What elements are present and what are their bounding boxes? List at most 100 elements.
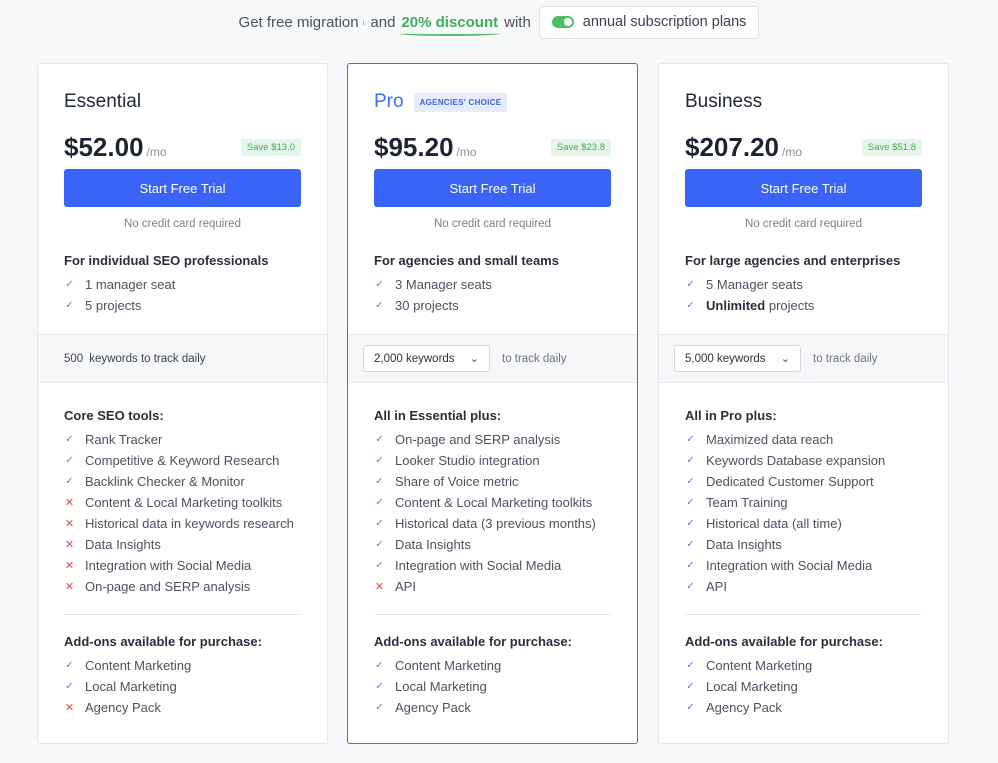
- feature-list: ✓ On-page and SERP analysis ✓ Looker Studio…: [374, 429, 596, 597]
- list-item: ✓ Data Insights: [374, 534, 596, 555]
- list-item-label: On-page and SERP analysis: [395, 432, 561, 447]
- list-item-label: Content Marketing: [706, 658, 813, 673]
- list-item: ✓ 3 Manager seats: [374, 274, 492, 295]
- list-item-label: Data Insights: [395, 537, 471, 552]
- list-item: ✕ On-page and SERP analysis: [64, 576, 294, 597]
- check-icon: ✓: [686, 300, 695, 311]
- list-item: ✓ Local Marketing: [64, 676, 191, 697]
- list-item: ✓ 30 projects: [374, 295, 492, 316]
- save-badge: Save $51.8: [861, 139, 922, 156]
- list-item-label: Data Insights: [706, 537, 782, 552]
- list-item-label: Team Training: [706, 495, 788, 510]
- price-period: /mo: [146, 145, 167, 159]
- list-item-label: Keywords Database expansion: [706, 453, 886, 468]
- check-icon: ✓: [65, 279, 74, 290]
- price-period: /mo: [456, 145, 477, 159]
- list-item-label: Competitive & Keyword Research: [85, 453, 280, 468]
- check-icon: ✓: [375, 518, 384, 529]
- project-text: projects: [95, 298, 142, 313]
- list-item: ✓ Maximized data reach: [685, 429, 885, 450]
- toggle-label: annual subscription plans: [582, 14, 747, 30]
- addon-list: ✓ Content Marketing ✓ Local Marketing ✓ Agenc…: [685, 655, 812, 718]
- toggle-switch-icon[interactable]: [551, 16, 574, 28]
- addons-title: Add-ons available for purchase:: [685, 634, 883, 649]
- list-item: ✓ Integration with Social Media: [374, 555, 596, 576]
- project-count: 30: [395, 298, 410, 313]
- plan-card-business: Business $207.20 /mo Save $51.8 Start Fr…: [658, 63, 949, 744]
- start-free-trial-button[interactable]: Start Free Trial: [64, 169, 301, 207]
- cross-icon: ✕: [64, 581, 75, 593]
- info-footnote-icon[interactable]: i: [363, 18, 365, 27]
- list-item-label: Rank Tracker: [85, 432, 163, 447]
- keywords-select-value: 2,000 keywords: [374, 352, 455, 365]
- check-icon: ✓: [65, 476, 74, 487]
- plan-audience: For large agencies and enterprises: [685, 253, 901, 268]
- check-icon: ✓: [686, 560, 695, 571]
- check-icon: ✓: [65, 660, 74, 671]
- list-item: ✓ API: [685, 576, 885, 597]
- list-item: ✓ Unlimited projects: [685, 295, 814, 316]
- cross-icon: ✕: [64, 497, 75, 509]
- project-text: projects: [768, 298, 815, 313]
- list-item: ✓ Historical data (all time): [685, 513, 885, 534]
- list-item: ✓ Content & Local Marketing toolkits: [374, 492, 596, 513]
- divider: [374, 614, 611, 615]
- no-credit-card-note: No credit card required: [124, 218, 241, 230]
- list-item: ✓ 5 Manager seats: [685, 274, 814, 295]
- agencies-choice-badge: AGENCIES' CHOICE: [413, 92, 508, 112]
- keywords-select[interactable]: 2,000 keywords ⌄: [363, 345, 490, 372]
- seat-count: 3: [395, 277, 403, 292]
- list-item-label: Data Insights: [85, 537, 161, 552]
- list-item: ✕ Data Insights: [64, 534, 294, 555]
- list-item: ✓ Looker Studio integration: [374, 450, 596, 471]
- price-period: /mo: [781, 145, 802, 159]
- plan-card-essential: Essential $52.00 /mo Save $13.0 Start Fr…: [37, 63, 328, 744]
- annual-toggle[interactable]: annual subscription plans: [538, 5, 760, 39]
- cross-icon: ✕: [374, 581, 385, 593]
- plan-name: Pro AGENCIES' CHOICE: [374, 91, 508, 113]
- keywords-band: 500 keywords to track daily: [38, 334, 327, 383]
- price-row: $52.00 /mo Save $13.0: [64, 132, 301, 163]
- plan-audience: For agencies and small teams: [374, 253, 559, 268]
- check-icon: ✓: [686, 681, 695, 692]
- check-icon: ✓: [375, 539, 384, 550]
- check-icon: ✓: [686, 518, 695, 529]
- discount-highlight: 20% discount: [399, 13, 500, 36]
- plan-name: Business: [685, 91, 762, 113]
- check-icon: ✓: [686, 476, 695, 487]
- keywords-select[interactable]: 5,000 keywords ⌄: [674, 345, 801, 372]
- check-icon: ✓: [375, 300, 384, 311]
- keywords-label: to track daily: [502, 352, 567, 365]
- addon-list: ✓ Content Marketing ✓ Local Marketing ✓ Agenc…: [374, 655, 501, 718]
- plan-card-pro: Pro AGENCIES' CHOICE $95.20 /mo Save $23…: [347, 63, 638, 744]
- start-free-trial-button[interactable]: Start Free Trial: [685, 169, 922, 207]
- list-item: ✓ Content Marketing: [685, 655, 812, 676]
- list-item: ✕ Historical data in keywords research: [64, 513, 294, 534]
- list-item-label: Agency Pack: [395, 700, 471, 715]
- cross-icon: ✕: [64, 539, 75, 551]
- check-icon: ✓: [686, 497, 695, 508]
- check-icon: ✓: [375, 476, 384, 487]
- list-item: ✓ Integration with Social Media: [685, 555, 885, 576]
- list-item-label: Maximized data reach: [706, 432, 834, 447]
- features-title: All in Essential plus:: [374, 408, 502, 423]
- list-item: ✓ Agency Pack: [374, 697, 501, 718]
- seat-count: 1: [85, 277, 93, 292]
- seat-text: Manager seats: [716, 277, 803, 292]
- project-text: projects: [413, 298, 459, 313]
- check-icon: ✓: [686, 279, 695, 290]
- list-item: ✓ Agency Pack: [685, 697, 812, 718]
- cross-icon: ✕: [64, 560, 75, 572]
- plan-title: Pro: [374, 91, 404, 112]
- list-item-label: Content Marketing: [395, 658, 502, 673]
- check-icon: ✓: [375, 702, 384, 713]
- banner-text: Get free migration: [238, 13, 359, 31]
- list-item-label: Content & Local Marketing toolkits: [85, 495, 283, 510]
- price-row: $95.20 /mo Save $23.8: [374, 132, 611, 163]
- start-free-trial-button[interactable]: Start Free Trial: [374, 169, 611, 207]
- list-item-label: API: [395, 579, 416, 594]
- check-icon: ✓: [686, 455, 695, 466]
- plan-price: $95.20: [374, 132, 454, 162]
- addons-title: Add-ons available for purchase:: [374, 634, 572, 649]
- list-item: ✓ Competitive & Keyword Research: [64, 450, 294, 471]
